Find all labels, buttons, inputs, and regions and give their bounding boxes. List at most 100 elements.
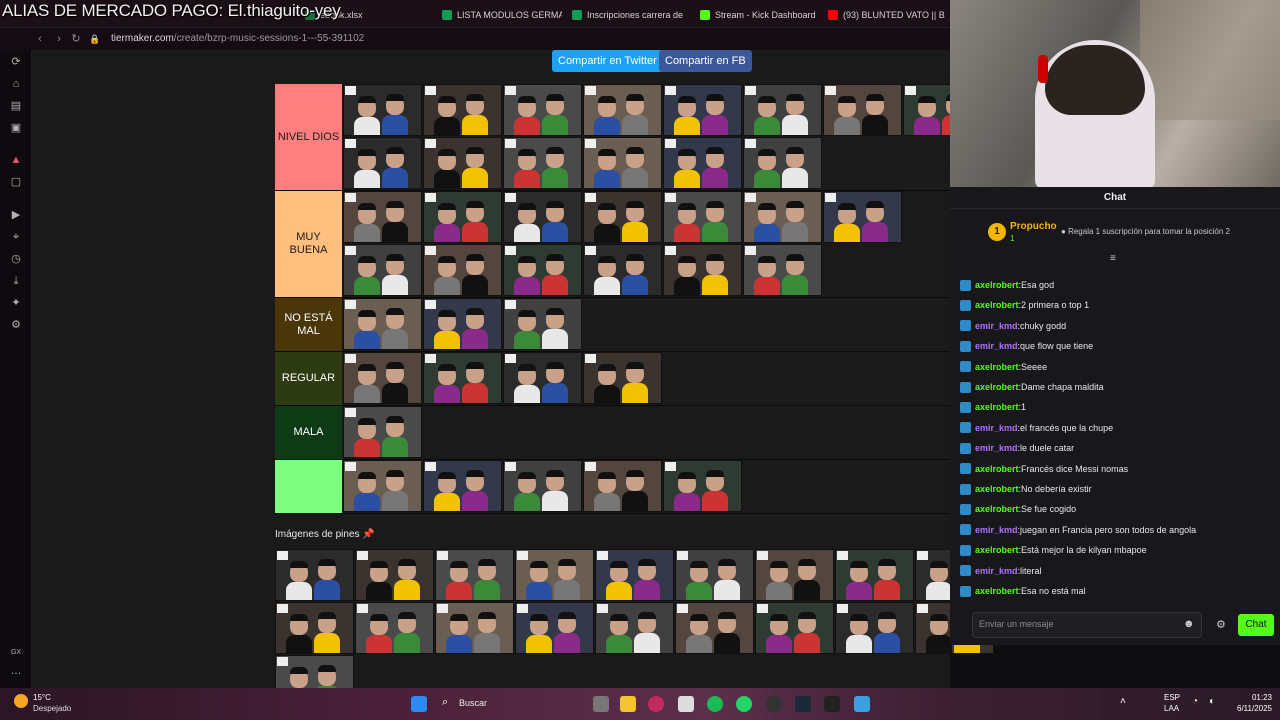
gaming-icon[interactable]: ⌂ [9, 77, 23, 91]
tier-image[interactable] [835, 549, 914, 601]
tier-image[interactable] [515, 549, 594, 601]
tier-image[interactable] [503, 352, 582, 404]
reload-icon[interactable]: ↻ [68, 31, 84, 47]
tier-label[interactable]: MUY BUENA [275, 191, 342, 297]
browser-tab-4[interactable]: Stream - Kick Dashboard [700, 5, 818, 25]
forward-icon[interactable]: › [51, 31, 67, 47]
obs-icon[interactable] [766, 696, 782, 712]
tier-image[interactable] [755, 549, 834, 601]
lang-indicator[interactable]: ESP [1164, 693, 1180, 702]
tier-image[interactable] [743, 137, 822, 189]
tier-image[interactable] [583, 352, 662, 404]
tier-image[interactable] [743, 191, 822, 243]
tier-label[interactable]: NO ESTÁ MAL [275, 298, 342, 351]
tier-image[interactable] [583, 244, 662, 296]
more-icon[interactable]: … [9, 664, 23, 678]
history-icon[interactable]: ◷ [9, 252, 23, 266]
share-twitter-button[interactable]: Compartir en Twitter [552, 50, 663, 72]
whatsapp-icon[interactable] [736, 696, 752, 712]
tier-image[interactable] [343, 191, 422, 243]
tier-image[interactable] [503, 137, 582, 189]
browser-tab-2[interactable]: LISTA MODULOS GERMA [442, 5, 562, 25]
tier-image[interactable] [343, 298, 422, 350]
tier-image[interactable] [835, 602, 914, 654]
tier-image[interactable] [275, 602, 354, 654]
chat-username[interactable]: emir_kmd [975, 523, 1018, 537]
chat-username[interactable]: emir_kmd [975, 421, 1018, 435]
tray-chevron-icon[interactable]: ˄ [1120, 696, 1126, 707]
chat-username[interactable]: axelrobert [975, 584, 1019, 598]
tier-image[interactable] [823, 191, 902, 243]
tier-image[interactable] [823, 84, 902, 136]
spotify-icon[interactable] [707, 696, 723, 712]
gx-corner-icon[interactable]: GX [9, 646, 23, 660]
tier-image[interactable] [423, 460, 502, 512]
tier-image[interactable] [503, 298, 582, 350]
tier-image[interactable] [583, 191, 662, 243]
clock-date[interactable]: 6/11/2025 [1222, 704, 1272, 713]
tier-image[interactable] [503, 460, 582, 512]
chat-username[interactable]: axelrobert [975, 360, 1019, 374]
tier-label[interactable] [275, 460, 342, 513]
epic-games-icon[interactable] [824, 696, 840, 712]
chat-username[interactable]: axelrobert [975, 278, 1019, 292]
file-explorer-icon[interactable] [620, 696, 636, 712]
steam-icon[interactable] [795, 696, 811, 712]
tier-image[interactable] [583, 460, 662, 512]
app-icon[interactable] [854, 696, 870, 712]
tier-label[interactable]: REGULAR [275, 352, 342, 405]
tier-image[interactable] [663, 460, 742, 512]
tier-image[interactable] [663, 137, 742, 189]
taskbar-search[interactable]: ⌕ Buscar [440, 694, 590, 714]
chat-username[interactable]: axelrobert [975, 502, 1019, 516]
weather-temp[interactable]: 15°C [33, 693, 51, 702]
clock-time[interactable]: 01:23 [1232, 693, 1272, 702]
tier-image[interactable] [423, 244, 502, 296]
tier-image[interactable] [583, 137, 662, 189]
tier-image[interactable] [423, 137, 502, 189]
chat-username[interactable]: emir_kmd [975, 319, 1018, 333]
tier-image[interactable] [343, 137, 422, 189]
tier-label[interactable]: NIVEL DIOS [275, 84, 342, 190]
player-icon[interactable]: ▶ [9, 208, 23, 222]
tier-image[interactable] [663, 244, 742, 296]
tier-image[interactable] [663, 84, 742, 136]
task-view-icon[interactable] [593, 696, 609, 712]
chat-username[interactable]: emir_kmd [975, 441, 1018, 455]
tier-image[interactable] [503, 191, 582, 243]
tier-image[interactable] [435, 602, 514, 654]
tier-image[interactable] [583, 84, 662, 136]
tier-image[interactable] [423, 191, 502, 243]
tier-image[interactable] [423, 298, 502, 350]
tier-label[interactable]: MALA [275, 406, 342, 459]
tier-image[interactable] [675, 602, 754, 654]
tier-image[interactable] [355, 602, 434, 654]
gift-sub-prompt[interactable]: ● Regala 1 suscripción para tomar la pos… [1061, 227, 1230, 236]
weather-desc[interactable]: Despejado [33, 704, 71, 713]
chat-send-button[interactable]: Chat [1238, 614, 1274, 636]
tier-image[interactable] [343, 244, 422, 296]
settings-icon[interactable]: ⚙ [9, 318, 23, 332]
tier-image[interactable] [743, 84, 822, 136]
notepad-icon[interactable] [678, 696, 694, 712]
browser-tab-5[interactable]: (93) BLUNTED VATO || B [828, 5, 946, 25]
filter-icon[interactable]: ≡ [1110, 253, 1116, 264]
back-icon[interactable]: ‹ [32, 31, 48, 47]
tier-image[interactable] [595, 602, 674, 654]
tier-image[interactable] [675, 549, 754, 601]
chat-username[interactable]: emir_kmd [975, 339, 1018, 353]
chat-username[interactable]: axelrobert [975, 380, 1019, 394]
chat-username[interactable]: axelrobert [975, 543, 1019, 557]
chat-username[interactable]: emir_kmd [975, 564, 1018, 578]
speed-dial-icon[interactable]: ⟳ [9, 55, 23, 69]
tier-image[interactable] [343, 84, 422, 136]
extensions-icon[interactable]: ✦ [9, 296, 23, 310]
tier-image[interactable] [503, 84, 582, 136]
volume-icon[interactable]: ◖ [1208, 696, 1214, 707]
messenger-icon[interactable]: ▣ [9, 121, 23, 135]
browser-tab-3[interactable]: Inscripciones carrera de [572, 5, 687, 25]
tier-image[interactable] [743, 244, 822, 296]
top-gifter-name[interactable]: Propucho [1010, 221, 1057, 232]
emote-icon[interactable]: ☻ [1183, 618, 1195, 630]
tier-image[interactable] [275, 549, 354, 601]
